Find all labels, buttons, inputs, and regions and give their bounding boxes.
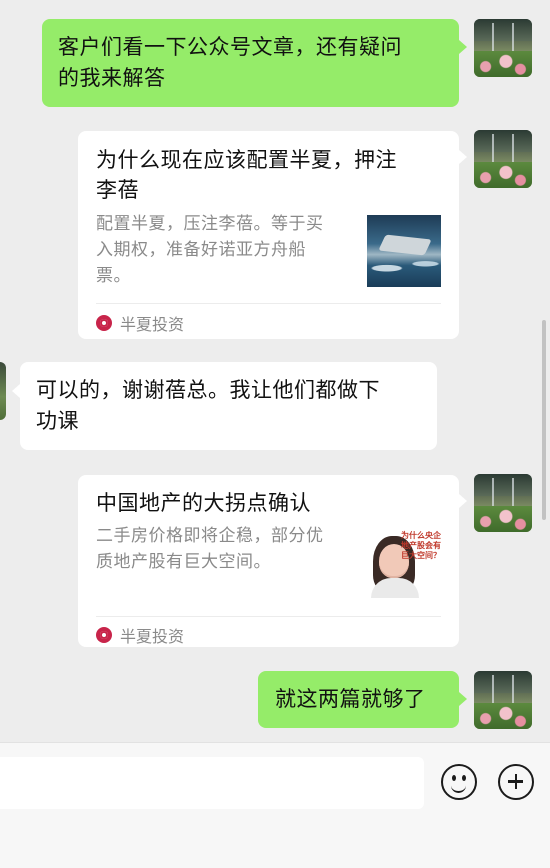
message-text-line: 就这两篇就够了 [275, 687, 426, 711]
my-avatar[interactable] [474, 130, 532, 188]
message-text-line: 客户们看一下公众号文章，还有疑问 [58, 35, 402, 59]
message-input[interactable] [0, 757, 424, 809]
article-source: 半夏投资 [96, 623, 184, 647]
article-card-1[interactable]: 为什么现在应该配置半夏，押注 李蓓 配置半夏，压注李蓓。等于买 入期权，准备好诺… [78, 131, 459, 339]
my-avatar[interactable] [474, 474, 532, 532]
emoji-icon[interactable] [441, 764, 477, 800]
article-description: 配置半夏，压注李蓓。等于买 入期权，准备好诺亚方舟船 票。 [96, 214, 324, 286]
my-avatar[interactable] [474, 19, 532, 77]
message-text-line: 功课 [36, 409, 79, 433]
article-thumbnail-portrait: 为什么央企地产股会有巨大空间？ [367, 526, 441, 598]
contact-avatar[interactable] [0, 362, 6, 420]
banxia-logo-icon [96, 315, 112, 331]
message-text-line: 可以的，谢谢蓓总。我让他们都做下 [36, 378, 380, 402]
article-thumbnail-ship [367, 215, 441, 287]
message-bubble-5[interactable]: 就这两篇就够了 [258, 671, 459, 728]
message-bubble-1[interactable]: 客户们看一下公众号文章，还有疑问 的我来解答 [42, 19, 459, 107]
banxia-logo-icon [96, 627, 112, 643]
article-title: 中国地产的大拐点确认 [96, 491, 311, 515]
article-title: 为什么现在应该配置半夏，押注 李蓓 [96, 148, 397, 202]
article-description: 二手房价格即将企稳，部分优 质地产股有巨大空间。 [96, 526, 324, 572]
plus-icon[interactable] [498, 764, 534, 800]
article-source: 半夏投资 [96, 311, 184, 335]
scrollbar[interactable] [542, 320, 546, 520]
input-bar [0, 742, 550, 868]
message-text-line: 的我来解答 [58, 66, 166, 90]
my-avatar[interactable] [474, 671, 532, 729]
article-card-2[interactable]: 中国地产的大拐点确认 二手房价格即将企稳，部分优 质地产股有巨大空间。 为什么央… [78, 475, 459, 647]
chat-area[interactable]: 客户们看一下公众号文章，还有疑问 的我来解答 为什么现在应该配置半夏，押注 李蓓… [0, 0, 550, 742]
message-bubble-3[interactable]: 可以的，谢谢蓓总。我让他们都做下 功课 [20, 362, 437, 450]
